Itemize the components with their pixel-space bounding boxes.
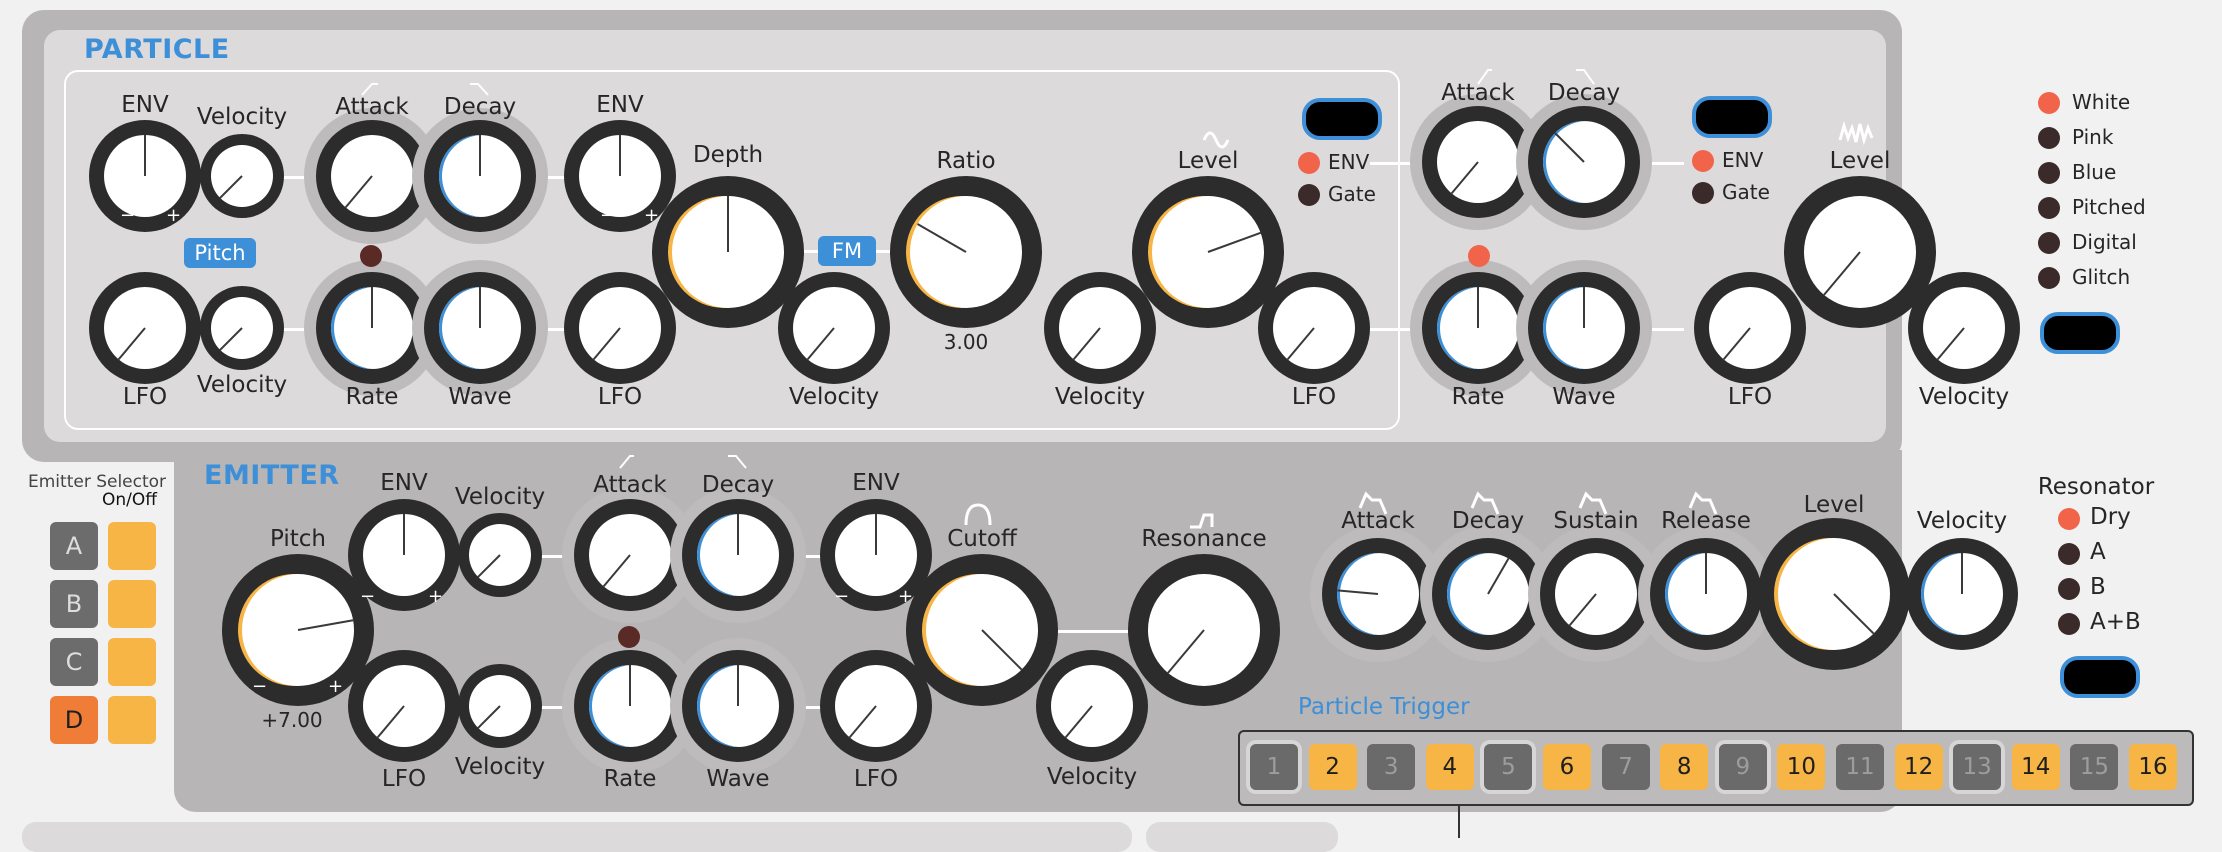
decay-glyph-icon bbox=[470, 83, 489, 96]
lowpass-icon bbox=[964, 503, 992, 526]
bandpass-icon bbox=[1190, 513, 1214, 529]
sine-icon bbox=[1202, 131, 1230, 149]
attack-glyph-icon bbox=[361, 83, 378, 96]
envelope-glyphs bbox=[361, 69, 1874, 529]
noise-icon bbox=[1838, 120, 1874, 146]
